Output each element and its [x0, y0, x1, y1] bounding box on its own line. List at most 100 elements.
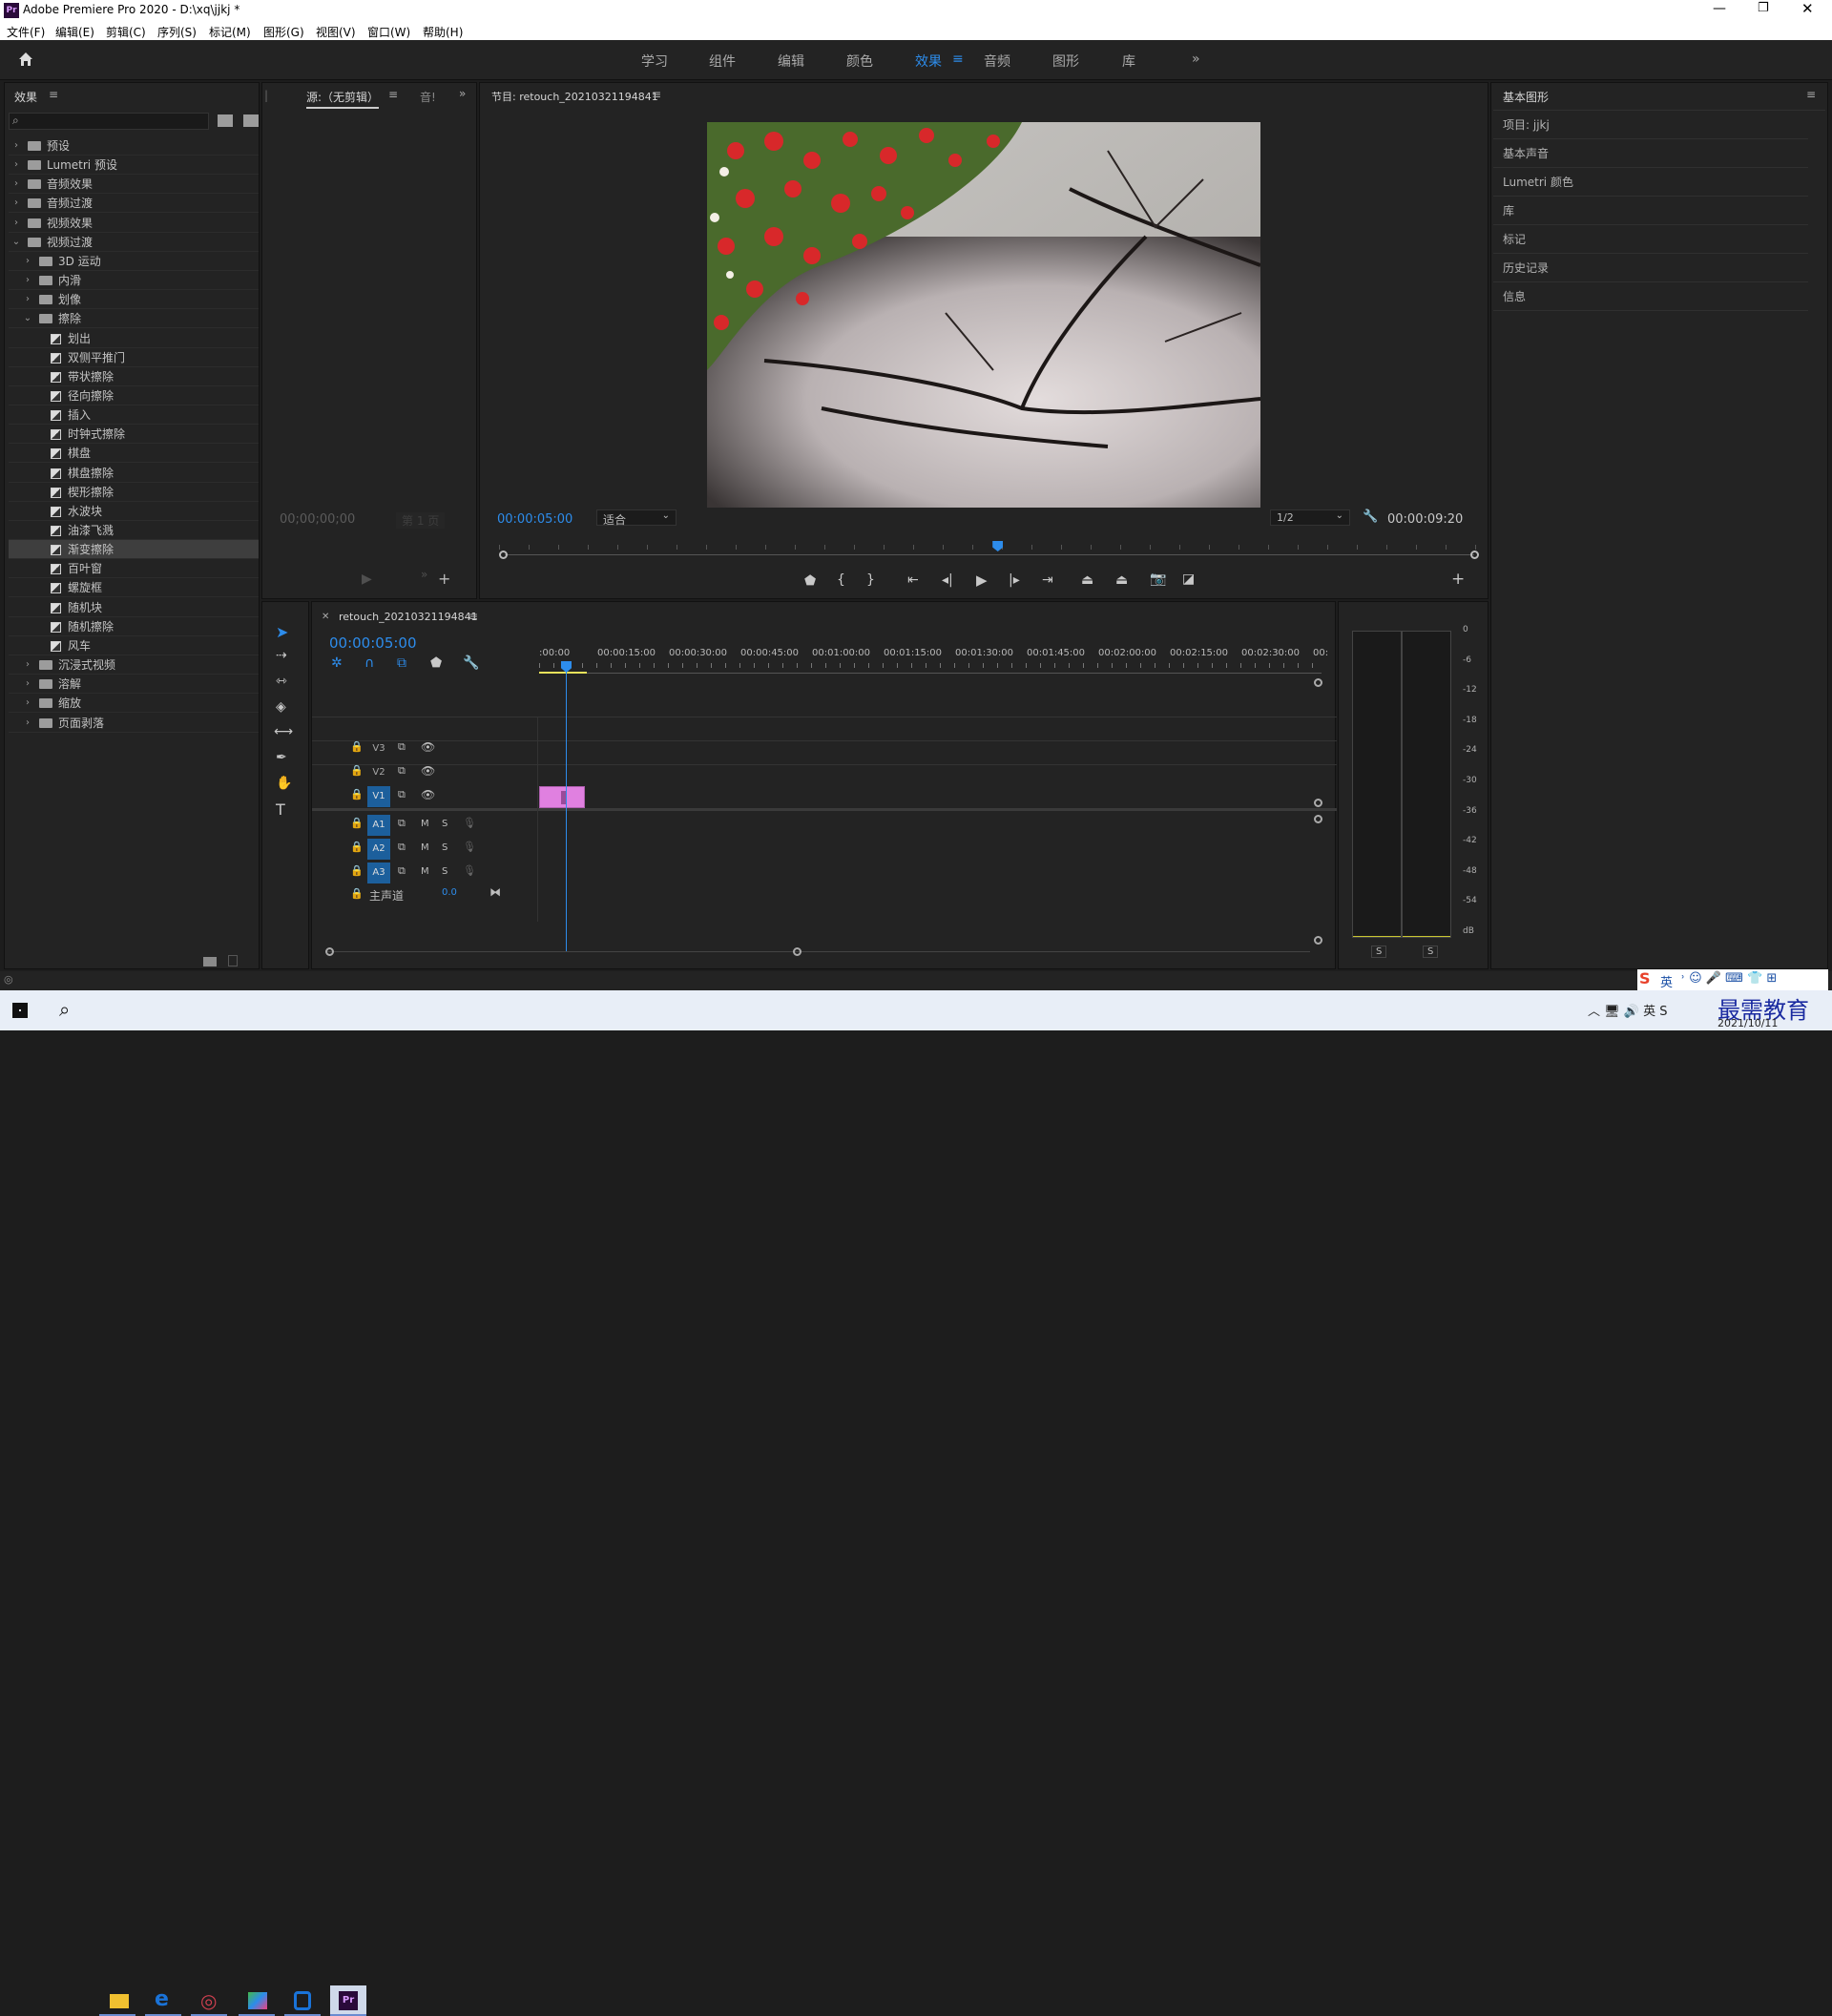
- slip-tool-icon[interactable]: ⟷: [274, 724, 293, 739]
- horizontal-scrollbar[interactable]: [327, 951, 1310, 952]
- work-area-bar[interactable]: [539, 672, 587, 674]
- lock-icon[interactable]: 🔒: [350, 887, 364, 900]
- eye-icon[interactable]: 👁: [421, 788, 435, 801]
- sync-lock-icon[interactable]: ⧉: [398, 864, 406, 878]
- panel-menu-icon[interactable]: ≡: [49, 88, 58, 101]
- file-explorer-icon[interactable]: [99, 1985, 135, 2016]
- workspace-tab-assembly[interactable]: 组件: [709, 52, 736, 71]
- tree-effect[interactable]: 油漆飞溅: [9, 521, 259, 540]
- panel-menu-icon[interactable]: ≡: [388, 88, 398, 101]
- tree-folder[interactable]: › 缩放: [9, 694, 259, 714]
- chevron-right-icon[interactable]: ›: [22, 271, 33, 290]
- program-title[interactable]: 节目: retouch_20210321194841: [491, 89, 658, 104]
- menu-clip[interactable]: 剪辑(C): [106, 24, 146, 40]
- tree-effect[interactable]: 时钟式擦除: [9, 425, 259, 445]
- eye-icon[interactable]: 👁: [421, 740, 435, 754]
- video-clip-v1[interactable]: [539, 786, 585, 808]
- chevron-right-icon[interactable]: ›: [10, 214, 22, 233]
- tree-effect[interactable]: 径向擦除: [9, 386, 259, 405]
- tree-effect[interactable]: 双侧平推门: [9, 348, 259, 367]
- mute-button[interactable]: M: [421, 842, 429, 853]
- panel-menu-icon[interactable]: ≡: [1806, 88, 1816, 101]
- solo-button[interactable]: S: [442, 819, 448, 829]
- menu-file[interactable]: 文件(F): [7, 24, 45, 40]
- step-back-icon[interactable]: ◂|: [942, 572, 953, 588]
- horizontal-scroll-start[interactable]: [325, 947, 334, 956]
- menu-sequence[interactable]: 序列(S): [157, 24, 197, 40]
- tree-effect[interactable]: 插入: [9, 405, 259, 426]
- premiere-taskbar-icon[interactable]: Pr: [330, 1985, 366, 2016]
- tree-folder[interactable]: › 视频效果: [9, 214, 259, 233]
- tree-effect[interactable]: 螺旋框: [9, 578, 259, 598]
- tree-folder[interactable]: ⌄ 擦除: [9, 309, 259, 329]
- close-tab-icon[interactable]: ✕: [322, 612, 329, 622]
- panel-item-markers[interactable]: 标记: [1493, 225, 1808, 254]
- new-folder-icon[interactable]: [203, 957, 217, 966]
- source-page-dropdown[interactable]: 第 1 页: [396, 512, 446, 529]
- panel-item-libraries[interactable]: 库: [1493, 197, 1808, 225]
- pen-tool-icon[interactable]: ✒: [276, 750, 287, 765]
- nest-icon[interactable]: ✲: [331, 655, 343, 671]
- start-button-icon[interactable]: [12, 1003, 28, 1018]
- lock-icon[interactable]: 🔒: [350, 864, 364, 877]
- selection-tool-icon[interactable]: ➤: [276, 623, 288, 641]
- chevron-right-icon[interactable]: ›: [10, 136, 22, 156]
- linked-selection-icon[interactable]: ⧉: [397, 655, 406, 671]
- new-custom-bin-icon[interactable]: [243, 114, 259, 127]
- tree-effect[interactable]: 随机块: [9, 598, 259, 617]
- lock-icon[interactable]: 🔒: [350, 764, 364, 777]
- source-tab[interactable]: 源:（无剪辑）: [306, 89, 380, 109]
- source-more-icon[interactable]: »: [421, 568, 427, 581]
- step-forward-icon[interactable]: |▸: [1009, 572, 1020, 588]
- workspace-tab-learn[interactable]: 学习: [641, 52, 668, 71]
- mark-out-icon[interactable]: }: [866, 572, 875, 588]
- comparison-view-icon[interactable]: ◪: [1182, 572, 1195, 587]
- chevron-right-icon[interactable]: ›: [22, 714, 33, 733]
- home-icon[interactable]: [17, 51, 34, 68]
- menu-view[interactable]: 视图(V): [316, 24, 356, 40]
- workspace-tab-graphics[interactable]: 图形: [1052, 52, 1079, 71]
- source-add-button-icon[interactable]: +: [438, 570, 450, 588]
- chevron-right-icon[interactable]: ›: [22, 675, 33, 694]
- sync-lock-icon[interactable]: ⧉: [398, 764, 406, 778]
- go-to-in-icon[interactable]: ⇤: [907, 572, 919, 588]
- tray-icons[interactable]: ︿ 🖥 🔊 英 S: [1588, 1001, 1667, 1019]
- vertical-scroll-handle-top[interactable]: [1314, 678, 1322, 687]
- add-marker-icon[interactable]: ⬟: [430, 655, 442, 671]
- delete-icon[interactable]: [228, 955, 238, 966]
- mark-in-icon[interactable]: {: [837, 572, 845, 588]
- time-ruler[interactable]: :00:00 00:00:15:00 00:00:30:00 00:00:45:00 0…: [539, 642, 1328, 671]
- workspace-menu-icon[interactable]: ≡: [952, 52, 964, 67]
- type-tool-icon[interactable]: T: [276, 800, 285, 819]
- track-target-v3[interactable]: V3: [367, 738, 390, 759]
- scrub-start-handle[interactable]: [499, 551, 508, 559]
- tree-effect[interactable]: 带状擦除: [9, 367, 259, 386]
- blue-app-icon[interactable]: [284, 1985, 321, 2016]
- lock-icon[interactable]: 🔒: [350, 740, 364, 753]
- razor-tool-icon[interactable]: ◈: [276, 699, 286, 715]
- track-select-tool-icon[interactable]: ⇢: [276, 648, 287, 663]
- scrub-end-handle[interactable]: [1470, 551, 1479, 559]
- tree-effect[interactable]: 棋盘擦除: [9, 464, 259, 483]
- microphone-icon[interactable]: 🎙: [463, 864, 476, 877]
- tree-folder[interactable]: › Lumetri 预设: [9, 156, 259, 176]
- export-frame-icon[interactable]: 📷: [1150, 572, 1166, 587]
- sync-lock-icon[interactable]: ⧉: [398, 740, 406, 754]
- go-to-out-icon[interactable]: ⇥: [1042, 572, 1053, 588]
- chevron-right-icon[interactable]: ›: [22, 655, 33, 675]
- menu-edit[interactable]: 编辑(E): [55, 24, 94, 40]
- lock-icon[interactable]: 🔒: [350, 788, 364, 800]
- program-scrub-bar[interactable]: [499, 541, 1480, 560]
- tree-folder[interactable]: › 预设: [9, 136, 259, 156]
- program-playhead[interactable]: [992, 541, 1004, 551]
- snap-icon[interactable]: ∩: [364, 655, 374, 671]
- workspace-tab-libraries[interactable]: 库: [1122, 52, 1135, 71]
- maximize-icon[interactable]: ❐: [1758, 1, 1769, 15]
- more-panels-icon[interactable]: »: [459, 87, 466, 100]
- workspace-tab-effects[interactable]: 效果: [915, 52, 942, 71]
- sync-lock-icon[interactable]: ⧉: [398, 841, 406, 854]
- panel-menu-icon[interactable]: ≡: [652, 88, 661, 101]
- tree-effect[interactable]: 划出: [9, 329, 259, 348]
- tree-folder[interactable]: › 页面剥落: [9, 714, 259, 733]
- chevron-right-icon[interactable]: ›: [22, 694, 33, 713]
